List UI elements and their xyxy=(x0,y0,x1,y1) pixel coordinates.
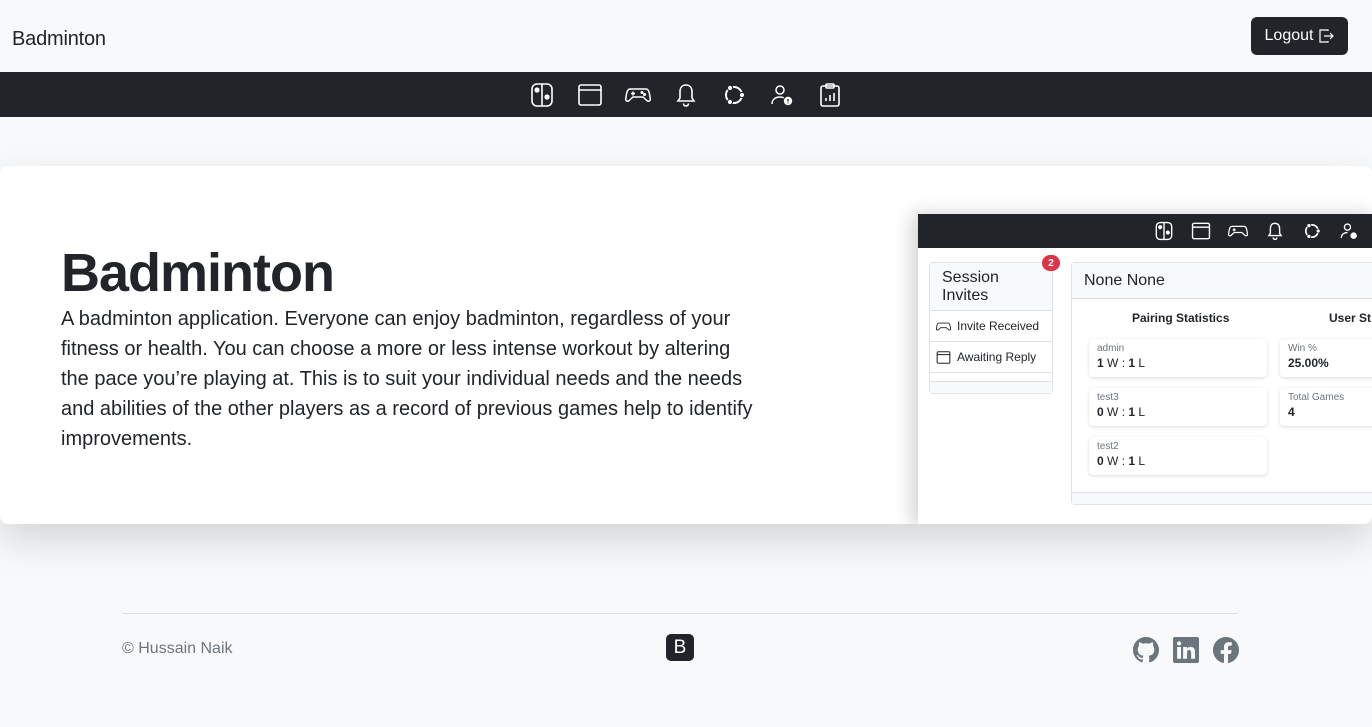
invite-received-item: Invite Received xyxy=(930,311,1052,342)
github-icon[interactable] xyxy=(1133,637,1159,663)
pairing-wins: 0 xyxy=(1097,405,1104,419)
logout-button[interactable]: Logout xyxy=(1251,17,1348,55)
awaiting-reply-label: Awaiting Reply xyxy=(957,350,1037,364)
hero-section: Badminton A badminton application. Every… xyxy=(0,166,1372,524)
total-games-stat: Total Games 4 xyxy=(1280,388,1372,426)
losses-label: L xyxy=(1138,356,1146,370)
calendar-window-icon xyxy=(936,350,951,364)
pairing-stat: admin 1 W : 1 L xyxy=(1089,339,1267,377)
win-percent-stat: Win % 25.00% xyxy=(1280,339,1372,377)
facebook-icon[interactable] xyxy=(1213,637,1240,663)
card-footer xyxy=(1072,492,1372,504)
controller-icon xyxy=(1228,225,1248,237)
ubuntu-icon[interactable] xyxy=(721,82,747,108)
card-footer xyxy=(930,381,1052,393)
pairing-losses: 1 xyxy=(1128,405,1136,419)
app-preview-image: Session Invites Invite Received Awaiting… xyxy=(918,214,1372,524)
bell-icon xyxy=(1267,222,1283,241)
losses-label: L xyxy=(1138,405,1146,419)
calendar-window-icon[interactable] xyxy=(577,82,603,108)
nintendo-switch-icon[interactable] xyxy=(529,82,555,108)
invites-count-badge: 2 xyxy=(1042,255,1060,271)
user-statistics-title: User St xyxy=(1329,311,1372,325)
stat-label: Win % xyxy=(1288,343,1317,354)
invite-received-label: Invite Received xyxy=(957,319,1040,333)
preview-navbar xyxy=(918,214,1372,248)
logout-label: Logout xyxy=(1264,27,1314,44)
session-invites-card: Session Invites Invite Received Awaiting… xyxy=(929,262,1053,394)
footer-divider xyxy=(122,613,1238,614)
bell-icon[interactable] xyxy=(673,82,699,108)
copyright-text: © Hussain Naik xyxy=(122,640,233,657)
wins-label: W : xyxy=(1107,405,1126,419)
pairing-name: test2 xyxy=(1097,441,1119,452)
controller-icon xyxy=(936,322,951,331)
person-exclamation-icon xyxy=(1340,223,1357,239)
pairing-losses: 1 xyxy=(1128,356,1136,370)
linkedin-icon[interactable] xyxy=(1173,637,1199,663)
stat-label: Total Games xyxy=(1288,392,1345,403)
stat-value: 25.00% xyxy=(1288,356,1329,370)
awaiting-reply-item: Awaiting Reply xyxy=(930,342,1052,373)
pairing-name: test3 xyxy=(1097,392,1119,403)
icon-navbar xyxy=(0,72,1372,117)
wins-label: W : xyxy=(1107,454,1126,468)
controller-icon[interactable] xyxy=(625,82,651,108)
brand-title[interactable]: Badminton xyxy=(12,28,106,51)
stat-value: 4 xyxy=(1288,405,1295,419)
box-arrow-right-icon xyxy=(1319,29,1335,43)
pairing-name: admin xyxy=(1097,343,1125,354)
pairing-wins: 0 xyxy=(1097,454,1104,468)
nintendo-switch-icon xyxy=(1155,221,1173,241)
pairing-losses: 1 xyxy=(1128,454,1136,468)
hero-description: A badminton application. Everyone can en… xyxy=(61,308,753,450)
pairing-stat: test2 0 W : 1 L xyxy=(1089,437,1267,475)
bootstrap-logo[interactable]: B xyxy=(666,634,694,661)
wins-label: W : xyxy=(1107,356,1126,370)
losses-label: L xyxy=(1138,454,1146,468)
user-name-title: None None xyxy=(1072,263,1372,299)
calendar-window-icon xyxy=(1191,222,1211,240)
pairing-wins: 1 xyxy=(1097,356,1104,370)
user-stats-card: None None Pairing Statistics User St adm… xyxy=(1071,262,1372,505)
top-header: Badminton Logout xyxy=(0,0,1372,72)
pairing-statistics-title: Pairing Statistics xyxy=(1132,311,1230,325)
clipboard-data-icon[interactable] xyxy=(817,82,843,108)
ubuntu-icon xyxy=(1305,223,1321,239)
session-invites-title: Session Invites xyxy=(930,263,1052,311)
pairing-stat: test3 0 W : 1 L xyxy=(1089,388,1267,426)
hero-title: Badminton xyxy=(61,243,335,303)
person-exclamation-icon[interactable] xyxy=(769,82,795,108)
